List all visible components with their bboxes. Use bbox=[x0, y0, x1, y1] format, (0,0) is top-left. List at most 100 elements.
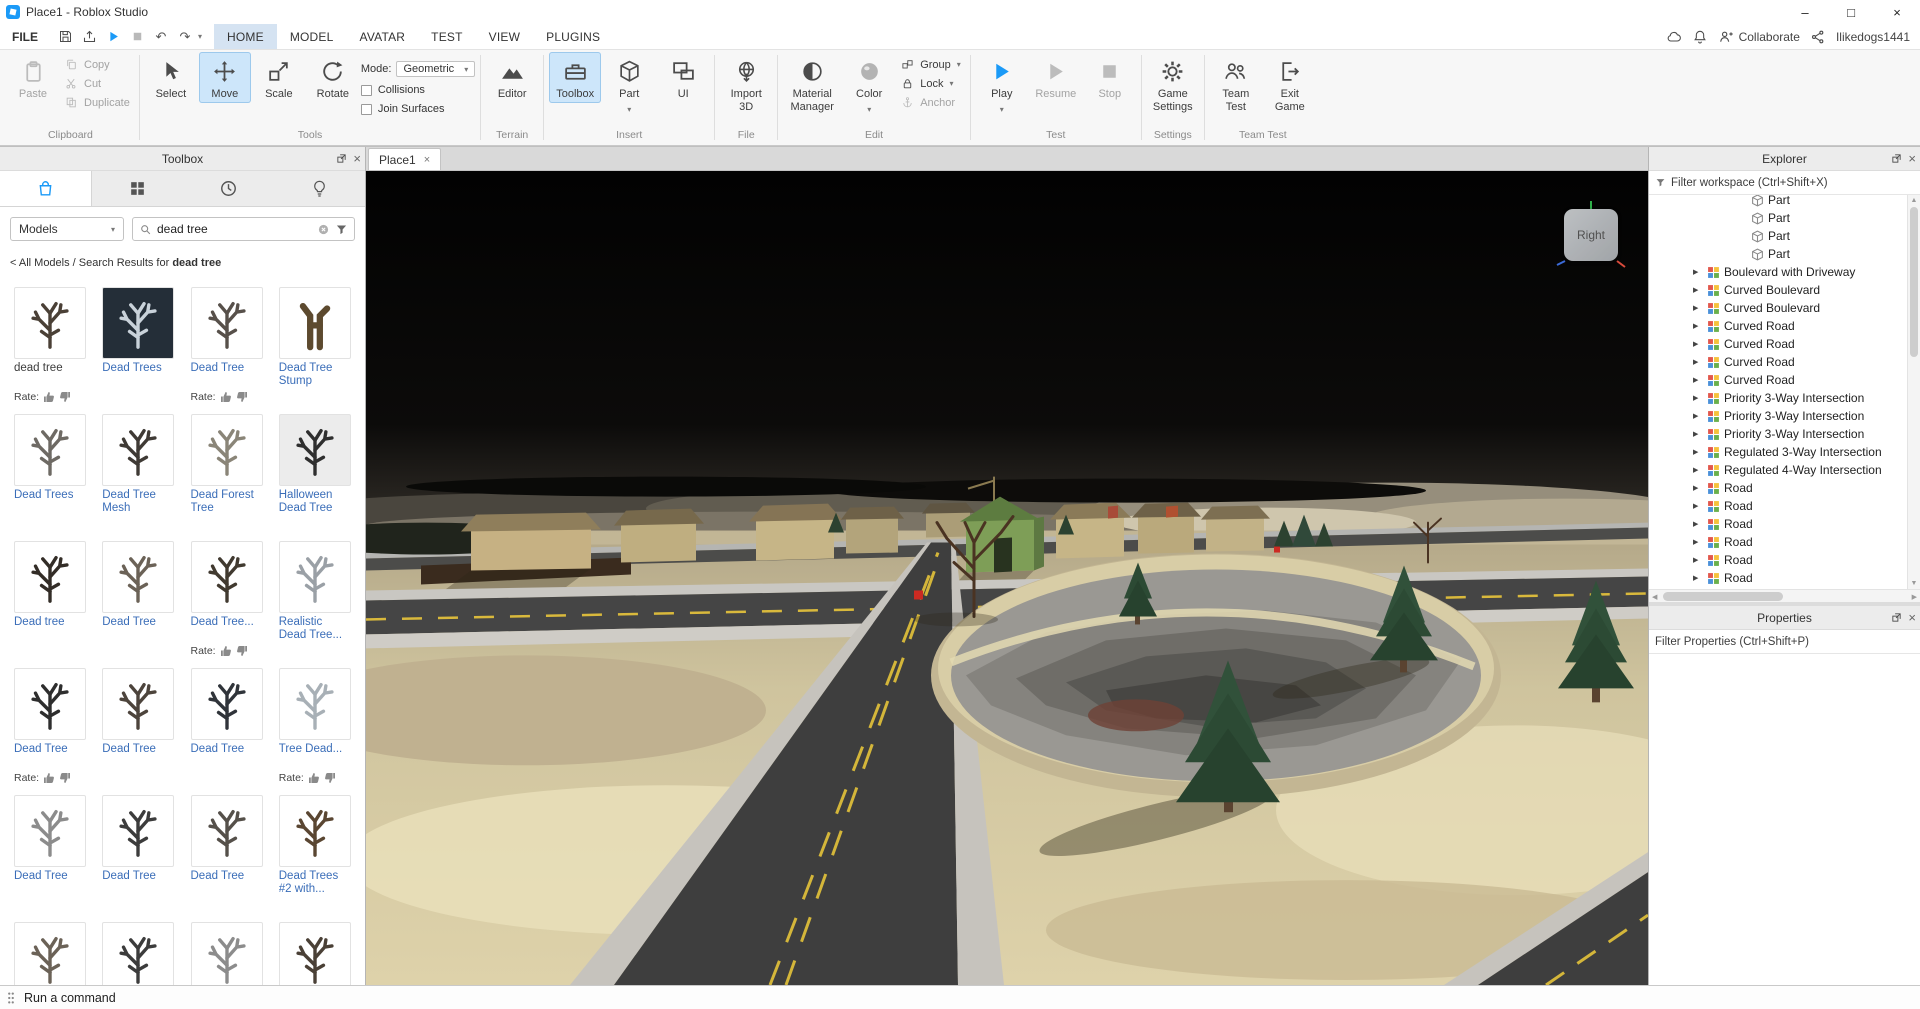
scroll-right-icon[interactable]: ▶ bbox=[1912, 593, 1917, 601]
view-cube[interactable]: Right bbox=[1554, 199, 1628, 273]
toolbox-model-card[interactable]: Dead Tree bbox=[94, 795, 182, 922]
model-thumbnail[interactable] bbox=[278, 287, 351, 359]
model-thumbnail[interactable] bbox=[278, 795, 351, 867]
clear-search-icon[interactable] bbox=[317, 223, 330, 236]
group-button[interactable]: Group ▾ bbox=[897, 57, 965, 72]
lock-button[interactable]: Lock ▾ bbox=[897, 76, 965, 91]
model-name[interactable]: Dead Forest Tree bbox=[191, 489, 263, 517]
file-menu[interactable]: FILE bbox=[0, 24, 50, 49]
color-button[interactable]: Color ▾ bbox=[843, 52, 895, 116]
toolbox-model-card[interactable]: Tree Dead... Rate: bbox=[271, 668, 359, 795]
model-name[interactable]: Dead Trees bbox=[14, 489, 73, 517]
model-name[interactable]: Dead Tree bbox=[102, 870, 156, 898]
thumb-up-icon[interactable] bbox=[308, 772, 320, 784]
float-panel-icon[interactable] bbox=[336, 153, 347, 164]
breadcrumb[interactable]: < All Models / Search Results for dead t… bbox=[0, 251, 365, 277]
tab-test[interactable]: TEST bbox=[418, 24, 475, 49]
share-icon[interactable] bbox=[1810, 29, 1826, 45]
thumb-up-icon[interactable] bbox=[220, 391, 232, 403]
expand-arrow-icon[interactable]: ▶ bbox=[1693, 502, 1703, 510]
expand-arrow-icon[interactable]: ▶ bbox=[1693, 376, 1703, 384]
explorer-item[interactable]: ▶ Road bbox=[1649, 569, 1907, 587]
thumb-up-icon[interactable] bbox=[220, 645, 232, 657]
toolbox-model-card[interactable]: Dead Tree bbox=[94, 541, 182, 668]
import-3d-button[interactable]: Import 3D bbox=[720, 52, 772, 115]
scroll-left-icon[interactable]: ◀ bbox=[1652, 593, 1657, 601]
explorer-item[interactable]: ▶ Curved Road bbox=[1649, 371, 1907, 389]
toolbox-model-card[interactable]: Dead Trees #2 with... bbox=[271, 795, 359, 922]
toolbox-model-card[interactable]: Dead Tree bbox=[183, 668, 271, 795]
expand-arrow-icon[interactable]: ▶ bbox=[1693, 556, 1703, 564]
model-name[interactable]: Dead tree bbox=[14, 616, 65, 644]
explorer-item[interactable]: ▶ Road bbox=[1649, 479, 1907, 497]
toolbox-model-card[interactable]: Dead Trees bbox=[6, 414, 94, 541]
part-button[interactable]: Part ▾ bbox=[603, 52, 655, 116]
properties-filter-input[interactable] bbox=[1655, 635, 1914, 648]
toolbox-search-input[interactable] bbox=[157, 222, 312, 236]
quick-play-icon[interactable] bbox=[102, 26, 124, 48]
rotate-tool-button[interactable]: Rotate bbox=[307, 52, 359, 103]
expand-arrow-icon[interactable]: ▶ bbox=[1693, 520, 1703, 528]
explorer-item[interactable]: ▶ Priority 3-Way Intersection bbox=[1649, 407, 1907, 425]
expand-arrow-icon[interactable]: ▶ bbox=[1693, 466, 1703, 474]
toolbox-model-card[interactable] bbox=[94, 922, 182, 985]
toolbox-model-card[interactable]: Dead Tree Stump bbox=[271, 287, 359, 414]
tab-marketplace[interactable] bbox=[0, 171, 92, 206]
model-name[interactable]: Dead Tree bbox=[191, 870, 245, 898]
material-manager-button[interactable]: Material Manager bbox=[783, 52, 841, 115]
explorer-horizontal-scrollbar[interactable]: ◀ ▶ bbox=[1649, 589, 1920, 602]
model-name[interactable]: Dead Tree Stump bbox=[279, 362, 351, 390]
thumb-up-icon[interactable] bbox=[43, 391, 55, 403]
toolbox-model-card[interactable]: Dead Tree bbox=[94, 668, 182, 795]
explorer-item[interactable]: ▶ Regulated 3-Way Intersection bbox=[1649, 443, 1907, 461]
explorer-item[interactable]: ▶ Priority 3-Way Intersection bbox=[1649, 389, 1907, 407]
explorer-panel-header[interactable]: Explorer × bbox=[1649, 147, 1920, 171]
thumb-down-icon[interactable] bbox=[236, 391, 248, 403]
team-test-button[interactable]: Team Test bbox=[1210, 52, 1262, 115]
model-name[interactable]: Dead Trees #2 with... bbox=[279, 870, 351, 898]
explorer-item[interactable]: ▶ Curved Road bbox=[1649, 353, 1907, 371]
explorer-vertical-scrollbar[interactable]: ▲ ▼ bbox=[1907, 195, 1920, 589]
explorer-filter-input[interactable] bbox=[1671, 176, 1914, 189]
explorer-item[interactable]: ▶ Regulated 4-Way Intersection bbox=[1649, 461, 1907, 479]
save-icon[interactable] bbox=[54, 26, 76, 48]
explorer-item[interactable]: ▶ Road bbox=[1649, 551, 1907, 569]
model-thumbnail[interactable] bbox=[190, 414, 263, 486]
ui-button[interactable]: UI bbox=[657, 52, 709, 103]
exit-game-button[interactable]: Exit Game bbox=[1264, 52, 1316, 115]
model-name[interactable]: Dead Tree bbox=[14, 870, 68, 898]
tab-inventory[interactable] bbox=[92, 171, 183, 206]
toolbox-model-card[interactable]: Dead tree bbox=[6, 541, 94, 668]
explorer-item[interactable]: ▶ Road bbox=[1649, 533, 1907, 551]
explorer-item[interactable]: ▶ Priority 3-Way Intersection bbox=[1649, 425, 1907, 443]
game-settings-button[interactable]: Game Settings bbox=[1147, 52, 1199, 115]
tab-recent[interactable] bbox=[183, 171, 274, 206]
view-cube-face[interactable]: Right bbox=[1564, 209, 1618, 261]
toolbox-model-card[interactable] bbox=[271, 922, 359, 985]
filter-funnel-icon[interactable] bbox=[335, 223, 348, 236]
toolbox-button[interactable]: Toolbox bbox=[549, 52, 602, 103]
resume-button[interactable]: Resume bbox=[1030, 52, 1082, 103]
model-thumbnail[interactable] bbox=[278, 414, 351, 486]
thumb-up-icon[interactable] bbox=[43, 772, 55, 784]
model-name[interactable]: Dead Tree... bbox=[191, 616, 254, 644]
toolbox-model-card[interactable] bbox=[6, 922, 94, 985]
quick-stop-icon[interactable] bbox=[126, 26, 148, 48]
model-name[interactable]: Realistic Dead Tree... bbox=[279, 616, 351, 644]
tab-model[interactable]: MODEL bbox=[277, 24, 347, 49]
model-thumbnail[interactable] bbox=[278, 922, 351, 985]
thumb-down-icon[interactable] bbox=[324, 772, 336, 784]
toolbox-model-card[interactable]: Dead Tree bbox=[183, 795, 271, 922]
model-name[interactable]: Dead Tree bbox=[191, 743, 245, 771]
toolbox-model-card[interactable]: Dead Tree Rate: bbox=[6, 668, 94, 795]
toolbox-model-card[interactable]: Dead Tree bbox=[6, 795, 94, 922]
copy-button[interactable]: Copy bbox=[61, 57, 134, 72]
tab-creations[interactable] bbox=[274, 171, 365, 206]
toolbox-model-card[interactable]: Dead Trees bbox=[94, 287, 182, 414]
expand-arrow-icon[interactable]: ▶ bbox=[1693, 430, 1703, 438]
join-surfaces-checkbox[interactable]: Join Surfaces bbox=[360, 103, 475, 115]
model-thumbnail[interactable] bbox=[190, 795, 263, 867]
model-name[interactable]: Dead Tree bbox=[191, 362, 245, 390]
model-thumbnail[interactable] bbox=[14, 668, 86, 740]
model-name[interactable]: Dead Tree bbox=[102, 616, 156, 644]
